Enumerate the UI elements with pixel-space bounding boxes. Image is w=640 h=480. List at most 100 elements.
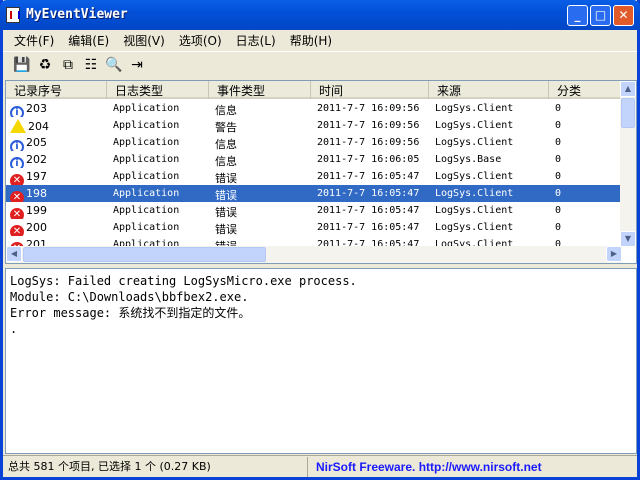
cell-source: LogSys.Client [429, 185, 549, 202]
cell-log: Application [107, 185, 209, 202]
save-icon[interactable]: 💾 [13, 56, 31, 74]
menu-0[interactable]: 文件(F) [7, 30, 61, 50]
cell-id: i 202 [6, 151, 107, 168]
event-list[interactable]: 记录序号 日志类型 事件类型 时间 来源 分类 i 203 Application 信息 2011… [5, 80, 637, 264]
vertical-scrollbar[interactable]: ▲ ▼ [620, 81, 636, 247]
cell-text: LogSys.Client [435, 137, 514, 148]
column-header-2[interactable]: 事件类型 [209, 81, 311, 99]
cell-time: 2011-7-7 16:09:56 [311, 117, 429, 134]
cell-text: 205 [26, 136, 47, 149]
cell-text: Application [113, 154, 180, 165]
column-header-0[interactable]: 记录序号 [6, 81, 107, 99]
cell-event: 警告 [209, 117, 311, 134]
cell-log: Application [107, 202, 209, 219]
cell-text: 0 [555, 103, 562, 114]
cell-text: 203 [26, 102, 47, 115]
cell-text: 2011-7-7 16:05:47 [317, 171, 420, 182]
properties-icon[interactable]: ☷ [82, 56, 100, 74]
cell-source: LogSys.Client [429, 100, 549, 117]
cell-id: ✕ 197 [6, 168, 107, 185]
cell-text: 0 [555, 120, 562, 131]
table-row[interactable]: ✕ 198 Application 错误 2011-7-7 16:05:47 LogSys… [6, 185, 622, 202]
cell-source: LogSys.Client [429, 168, 549, 185]
column-header-3[interactable]: 时间 [311, 81, 429, 99]
cell-text: LogSys.Base [435, 154, 502, 165]
event-detail-pane[interactable]: LogSys: Failed creating LogSysMicro.exe … [5, 268, 637, 454]
cell-text: LogSys.Client [435, 171, 514, 182]
error-icon: ✕ [10, 174, 24, 185]
cell-text: Application [113, 120, 180, 131]
menu-2[interactable]: 视图(V) [116, 30, 172, 50]
warning-icon [10, 119, 26, 133]
scroll-right-button[interactable]: ▶ [606, 246, 622, 262]
table-row[interactable]: ✕ 197 Application 错误 2011-7-7 16:05:47 LogSys… [6, 168, 622, 185]
cell-text: 2011-7-7 16:05:47 [317, 188, 420, 199]
menu-3[interactable]: 选项(O) [172, 30, 229, 50]
table-row[interactable]: i 203 Application 信息 2011-7-7 16:09:56 LogSys… [6, 100, 622, 117]
title-bar[interactable]: MyEventViewer _ □ ✕ [0, 0, 640, 30]
maximize-button[interactable]: □ [590, 5, 611, 26]
minimize-button[interactable]: _ [567, 5, 588, 26]
cell-text: 信息 [215, 155, 237, 168]
table-row[interactable]: ✕ 199 Application 错误 2011-7-7 16:05:47 LogSys… [6, 202, 622, 219]
cell-text: 0 [555, 188, 562, 199]
horizontal-scrollbar[interactable]: ◀ ▶ [6, 246, 622, 263]
menu-4[interactable]: 日志(L) [229, 30, 283, 50]
find-icon[interactable]: 🔍 [105, 56, 123, 74]
cell-text: 错误 [215, 172, 237, 185]
cell-text: 2011-7-7 16:05:47 [317, 205, 420, 216]
table-row[interactable]: ✕ 200 Application 错误 2011-7-7 16:05:47 LogSys… [6, 219, 622, 236]
cell-cat: 0 [549, 185, 622, 202]
refresh-icon[interactable]: ♻ [36, 56, 54, 74]
cell-cat: 0 [549, 219, 622, 236]
cell-text: 197 [26, 170, 47, 183]
table-row[interactable]: i 205 Application 信息 2011-7-7 16:09:56 LogSys… [6, 134, 622, 151]
cell-text: 204 [28, 120, 49, 133]
cell-text: 0 [555, 137, 562, 148]
copy-icon[interactable]: ⧉ [59, 56, 77, 74]
toolbar: 💾 ♻ ⧉ ☷ 🔍 ⇥ [3, 51, 637, 77]
table-row[interactable]: 204 Application 警告 2011-7-7 16:09:56 LogSys.… [6, 117, 622, 134]
cell-source: LogSys.Client [429, 117, 549, 134]
cell-text: 2011-7-7 16:06:05 [317, 154, 420, 165]
scroll-up-button[interactable]: ▲ [620, 81, 636, 97]
cell-text: LogSys.Client [435, 103, 514, 114]
close-button[interactable]: ✕ [613, 5, 634, 26]
column-header-1[interactable]: 日志类型 [107, 81, 209, 99]
info-icon: i [10, 106, 24, 117]
cell-event: 错误 [209, 185, 311, 202]
cell-time: 2011-7-7 16:09:56 [311, 134, 429, 151]
cell-time: 2011-7-7 16:09:56 [311, 100, 429, 117]
cell-log: Application [107, 151, 209, 168]
scroll-left-button[interactable]: ◀ [6, 246, 22, 262]
cell-cat: 0 [549, 100, 622, 117]
column-header-4[interactable]: 来源 [429, 81, 549, 99]
menu-5[interactable]: 帮助(H) [283, 30, 339, 50]
scroll-down-button[interactable]: ▼ [620, 231, 636, 247]
cell-source: LogSys.Client [429, 134, 549, 151]
vertical-scroll-thumb[interactable] [621, 98, 635, 128]
cell-id: ✕ 200 [6, 219, 107, 236]
cell-text: 2011-7-7 16:09:56 [317, 120, 420, 131]
horizontal-scroll-thumb[interactable] [23, 247, 266, 262]
cell-event: 错误 [209, 219, 311, 236]
cell-text: Application [113, 137, 180, 148]
cell-text: 错误 [215, 223, 237, 236]
info-icon: i [10, 140, 24, 151]
error-icon: ✕ [10, 191, 24, 202]
column-header-5[interactable]: 分类 [549, 81, 622, 99]
cell-log: Application [107, 117, 209, 134]
info-icon: i [10, 157, 24, 168]
cell-time: 2011-7-7 16:06:05 [311, 151, 429, 168]
cell-text: LogSys.Client [435, 222, 514, 233]
cell-text: 错误 [215, 189, 237, 202]
exit-icon[interactable]: ⇥ [128, 56, 146, 74]
cell-text: 2011-7-7 16:09:56 [317, 103, 420, 114]
table-row[interactable]: i 202 Application 信息 2011-7-7 16:06:05 LogSys… [6, 151, 622, 168]
cell-event: 信息 [209, 134, 311, 151]
cell-source: LogSys.Client [429, 202, 549, 219]
cell-text: 信息 [215, 138, 237, 151]
nirsoft-link[interactable]: NirSoft Freeware. http://www.nirsoft.net [308, 460, 542, 474]
menu-1[interactable]: 编辑(E) [61, 30, 116, 50]
cell-event: 信息 [209, 151, 311, 168]
